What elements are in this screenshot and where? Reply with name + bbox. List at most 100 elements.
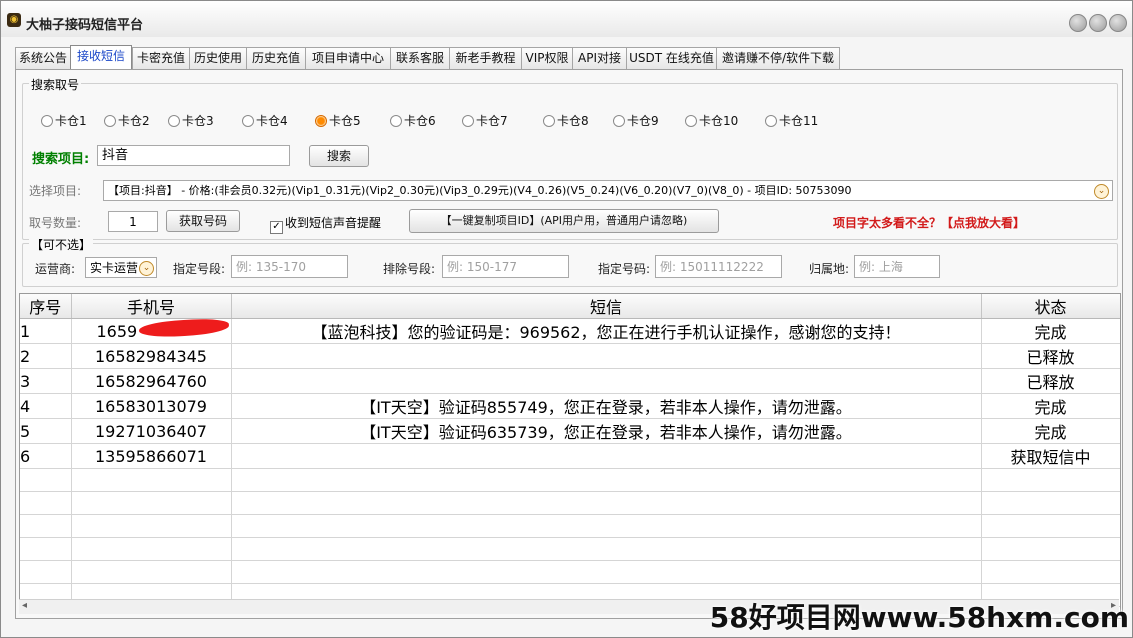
copy-project-id-button[interactable]: 【一键复制项目ID】(API用户用，普通用户请忽略) — [409, 209, 719, 233]
radio-selected-icon — [315, 115, 327, 127]
radio-icon — [462, 115, 474, 127]
tab-api[interactable]: API对接 — [572, 47, 627, 69]
number-label: 指定号码: — [598, 262, 651, 276]
location-label: 归属地: — [809, 262, 850, 276]
slot-label: 卡仓2 — [118, 114, 150, 128]
minimize-button[interactable] — [1069, 14, 1087, 32]
optional-group: 【可不选】 运营商: 实卡运营 ⌄ 指定号段: 例: 135-170 排除号段:… — [22, 236, 1118, 287]
table-row-empty — [20, 514, 1120, 538]
tab-vip[interactable]: VIP权限 — [521, 47, 573, 69]
chevron-down-icon[interactable]: ⌄ — [1094, 184, 1109, 199]
cell-index: 2 — [20, 343, 72, 369]
cell-status: 完成 — [981, 318, 1120, 344]
get-number-button[interactable]: 获取号码 — [166, 210, 240, 232]
table-row-empty — [20, 468, 1120, 492]
slot-label: 卡仓5 — [329, 114, 361, 128]
slot-label: 卡仓11 — [779, 114, 819, 128]
search-project-input[interactable]: 抖音 — [97, 145, 290, 166]
slot-radio-11[interactable]: 卡仓11 — [765, 112, 818, 129]
number-input[interactable]: 例: 15011112222 — [655, 255, 782, 278]
sms-table: 序号 手机号 短信 状态 1 1659 【蓝泡科技】您的验证码是：969562，… — [19, 293, 1121, 613]
exclude-segment-label: 排除号段: — [383, 262, 436, 276]
qty-input[interactable]: 1 — [108, 211, 158, 232]
search-group: 搜索取号 卡仓1 卡仓2 卡仓3 卡仓4 卡仓5 卡仓6 卡仓7 卡仓8 卡仓9… — [22, 76, 1118, 240]
carrier-select[interactable]: 实卡运营 ⌄ — [85, 257, 157, 278]
location-input[interactable]: 例: 上海 — [854, 255, 940, 278]
cell-phone: 16582984345 — [71, 343, 232, 369]
chevron-down-icon[interactable]: ⌄ — [139, 261, 154, 276]
cell-index: 1 — [20, 318, 72, 344]
tab-history-recharge[interactable]: 历史充值 — [246, 47, 306, 69]
cell-sms — [231, 368, 982, 394]
cell-sms: 【蓝泡科技】您的验证码是：969562，您正在进行手机认证操作，感谢您的支持！ — [231, 318, 982, 344]
table-row[interactable]: 2 16582984345 已释放 — [20, 343, 1120, 369]
search-group-title: 搜索取号 — [29, 76, 82, 93]
table-row[interactable]: 5 19271036407 【IT天空】验证码635739，您正在登录，若非本人… — [20, 418, 1120, 444]
slot-radio-6[interactable]: 卡仓6 — [390, 112, 436, 129]
table-row[interactable]: 4 16583013079 【IT天空】验证码855749，您正在登录，若非本人… — [20, 393, 1120, 419]
tab-history-usage[interactable]: 历史使用 — [189, 47, 247, 69]
app-title: 大柚子接码短信平台 — [26, 18, 144, 33]
segment-input[interactable]: 例: 135-170 — [231, 255, 348, 278]
project-select[interactable]: 【项目:抖音】 - 价格:(非会员0.32元)(Vip1_0.31元)(Vip2… — [103, 180, 1113, 201]
radio-icon — [613, 115, 625, 127]
search-project-label: 搜索项目: — [32, 148, 89, 167]
col-header-index[interactable]: 序号 — [20, 294, 72, 319]
slot-radio-7[interactable]: 卡仓7 — [462, 112, 508, 129]
cell-phone: 13595866071 — [71, 443, 232, 469]
scroll-left-icon[interactable]: ◂ — [22, 600, 27, 611]
table-row-empty — [20, 491, 1120, 515]
radio-icon — [242, 115, 254, 127]
cell-phone: 19271036407 — [71, 418, 232, 444]
tab-announcement[interactable]: 系统公告 — [15, 47, 71, 69]
cell-sms: 【IT天空】验证码635739，您正在登录，若非本人操作，请勿泄露。 — [231, 418, 982, 444]
cell-phone: 16583013079 — [71, 393, 232, 419]
tab-card-recharge[interactable]: 卡密充值 — [132, 47, 190, 69]
cell-index: 6 — [20, 443, 72, 469]
tab-receive-sms[interactable]: 接收短信 — [70, 45, 132, 70]
slot-radio-4[interactable]: 卡仓4 — [242, 112, 288, 129]
slot-radio-5[interactable]: 卡仓5 — [315, 112, 361, 129]
slot-label: 卡仓4 — [256, 114, 288, 128]
slot-label: 卡仓3 — [182, 114, 214, 128]
tab-invite-download[interactable]: 邀请赚不停/软件下载 — [716, 47, 840, 69]
radio-icon — [168, 115, 180, 127]
cell-status: 已释放 — [981, 343, 1120, 369]
table-row[interactable]: 3 16582964760 已释放 — [20, 368, 1120, 394]
radio-icon — [104, 115, 116, 127]
slot-radio-2[interactable]: 卡仓2 — [104, 112, 150, 129]
slot-radio-1[interactable]: 卡仓1 — [41, 112, 87, 129]
col-header-phone[interactable]: 手机号 — [71, 294, 232, 319]
sound-alert-label: 收到短信声音提醒 — [285, 216, 382, 230]
checkmark-icon: ✓ — [270, 221, 283, 234]
zoom-notice-link[interactable]: 项目字太多看不全？【点我放大看】 — [833, 214, 1025, 231]
tab-usdt-recharge[interactable]: USDT 在线充值 — [626, 47, 717, 69]
select-project-label: 选择项目: — [29, 184, 82, 198]
exclude-segment-input[interactable]: 例: 150-177 — [442, 255, 569, 278]
radio-icon — [390, 115, 402, 127]
sound-alert-checkbox[interactable]: ✓ 收到短信声音提醒 — [270, 214, 381, 234]
close-button[interactable] — [1109, 14, 1127, 32]
tab-project-apply[interactable]: 项目申请中心 — [305, 47, 391, 69]
table-row-empty — [20, 537, 1120, 561]
project-select-value: 【项目:抖音】 - 价格:(非会员0.32元)(Vip1_0.31元)(Vip2… — [108, 184, 852, 197]
slot-radio-10[interactable]: 卡仓10 — [685, 112, 738, 129]
slot-radio-3[interactable]: 卡仓3 — [168, 112, 214, 129]
search-button[interactable]: 搜索 — [309, 145, 369, 167]
tab-contact-support[interactable]: 联系客服 — [390, 47, 450, 69]
cell-index: 4 — [20, 393, 72, 419]
radio-icon — [41, 115, 53, 127]
cell-status: 完成 — [981, 418, 1120, 444]
slot-label: 卡仓7 — [476, 114, 508, 128]
table-row[interactable]: 6 13595866071 获取短信中 — [20, 443, 1120, 469]
slot-radio-9[interactable]: 卡仓9 — [613, 112, 659, 129]
tab-tutorial[interactable]: 新老手教程 — [449, 47, 522, 69]
col-header-status[interactable]: 状态 — [981, 294, 1120, 319]
cell-status: 获取短信中 — [981, 443, 1120, 469]
cell-sms — [231, 443, 982, 469]
col-header-sms[interactable]: 短信 — [231, 294, 982, 319]
watermark: 58好项目网www.58hxm.com — [709, 601, 1129, 634]
maximize-button[interactable] — [1089, 14, 1107, 32]
cell-phone: 16582964760 — [71, 368, 232, 394]
slot-radio-8[interactable]: 卡仓8 — [543, 112, 589, 129]
